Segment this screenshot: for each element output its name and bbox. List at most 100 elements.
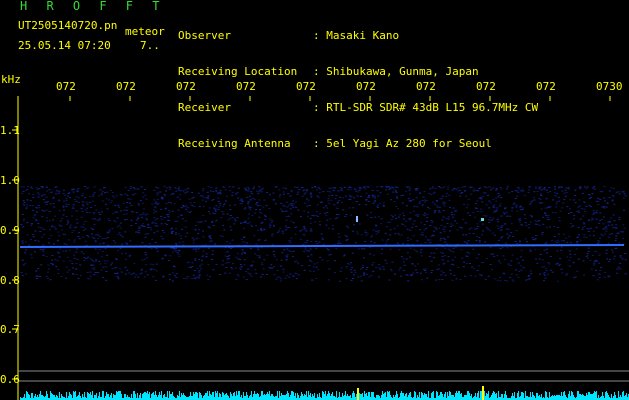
noise-dot: [443, 186, 446, 188]
noise-dot: [546, 216, 549, 218]
noise-dot: [90, 264, 93, 266]
noise-dot: [371, 195, 374, 197]
noise-dot: [308, 205, 311, 206]
meter-bar: [291, 391, 292, 400]
noise-dot: [278, 189, 281, 191]
noise-dot: [271, 220, 274, 222]
noise-dot: [313, 263, 316, 265]
noise-dot: [373, 242, 376, 244]
noise-dot: [94, 218, 97, 220]
noise-dot: [20, 186, 23, 188]
noise-dot: [290, 190, 293, 191]
noise-dot: [140, 269, 143, 271]
noise-dot: [50, 235, 53, 237]
noise-dot: [603, 197, 605, 199]
noise-dot: [175, 276, 178, 278]
meter-bar: [571, 391, 572, 400]
noise-dot: [153, 189, 156, 191]
noise-dot: [560, 246, 563, 248]
noise-dot: [48, 238, 51, 239]
noise-dot: [489, 264, 492, 265]
noise-dot: [511, 279, 514, 281]
meter-bar: [464, 395, 465, 400]
noise-dot: [321, 238, 324, 240]
noise-dot: [129, 198, 132, 200]
noise-dot: [313, 186, 316, 187]
meter-bar: [339, 392, 340, 400]
noise-dot: [582, 227, 584, 229]
noise-dot: [161, 258, 164, 260]
time-tick: 072: [536, 80, 556, 93]
noise-dot: [393, 228, 396, 230]
noise-dot: [154, 241, 157, 243]
noise-dot: [597, 273, 600, 275]
noise-dot: [564, 195, 567, 197]
time-tick: 072: [416, 80, 436, 93]
noise-dot: [441, 187, 444, 189]
noise-dot: [435, 279, 438, 281]
noise-dot: [363, 273, 365, 275]
noise-dot: [235, 256, 238, 258]
noise-dot: [258, 239, 261, 240]
noise-dot: [248, 195, 251, 197]
meter-bar: [593, 393, 594, 400]
noise-dot: [500, 188, 503, 190]
noise-dot: [510, 223, 513, 225]
noise-dot: [265, 204, 268, 206]
meter-bar: [249, 396, 250, 400]
noise-dot: [194, 229, 197, 231]
noise-dot: [602, 216, 605, 218]
noise-dot: [117, 206, 120, 208]
noise-dot: [342, 209, 345, 211]
noise-dot: [598, 277, 601, 279]
noise-dot: [260, 227, 263, 229]
noise-dot: [275, 278, 278, 280]
noise-dot: [65, 206, 68, 207]
meter-bar: [155, 391, 156, 400]
noise-dot: [349, 269, 352, 271]
meter-bar: [560, 396, 561, 400]
meter-bar: [546, 392, 547, 400]
noise-dot: [134, 193, 137, 195]
noise-dot: [146, 257, 148, 259]
noise-dot: [425, 227, 428, 229]
noise-dot: [373, 201, 376, 203]
noise-dot: [315, 247, 318, 249]
noise-dot: [391, 261, 394, 263]
meter-bar: [329, 393, 330, 400]
meter-bar: [442, 394, 443, 400]
meter-bar: [557, 395, 558, 400]
noise-dot: [245, 279, 248, 281]
noise-dot: [164, 254, 167, 256]
noise-dot: [366, 232, 369, 234]
meter-bar: [538, 396, 539, 400]
noise-dot: [359, 196, 362, 197]
meter-bar: [440, 392, 441, 400]
meter-bar: [302, 394, 303, 400]
noise-dot: [55, 186, 58, 188]
noise-dot: [435, 201, 438, 202]
noise-dot: [593, 186, 596, 188]
noise-dot: [286, 227, 289, 229]
noise-dot: [130, 204, 133, 206]
noise-dot: [598, 262, 601, 264]
noise-dot: [454, 220, 456, 222]
noise-dot: [304, 249, 307, 251]
meter-bar: [200, 393, 201, 400]
meter-bar: [317, 394, 318, 400]
noise-dot: [549, 256, 552, 257]
noise-dot: [207, 211, 210, 213]
noise-dot: [82, 230, 85, 231]
noise-dot: [593, 260, 596, 262]
meter-bar: [237, 395, 238, 400]
noise-dot: [219, 204, 221, 206]
meter-bar: [173, 396, 174, 400]
noise-dot: [163, 194, 166, 196]
noise-dot: [605, 228, 608, 230]
noise-dot: [350, 279, 353, 281]
noise-dot: [283, 205, 286, 207]
noise-dot: [560, 240, 563, 242]
noise-dot: [156, 194, 159, 196]
noise-dot: [463, 261, 465, 263]
noise-dot: [283, 249, 286, 251]
